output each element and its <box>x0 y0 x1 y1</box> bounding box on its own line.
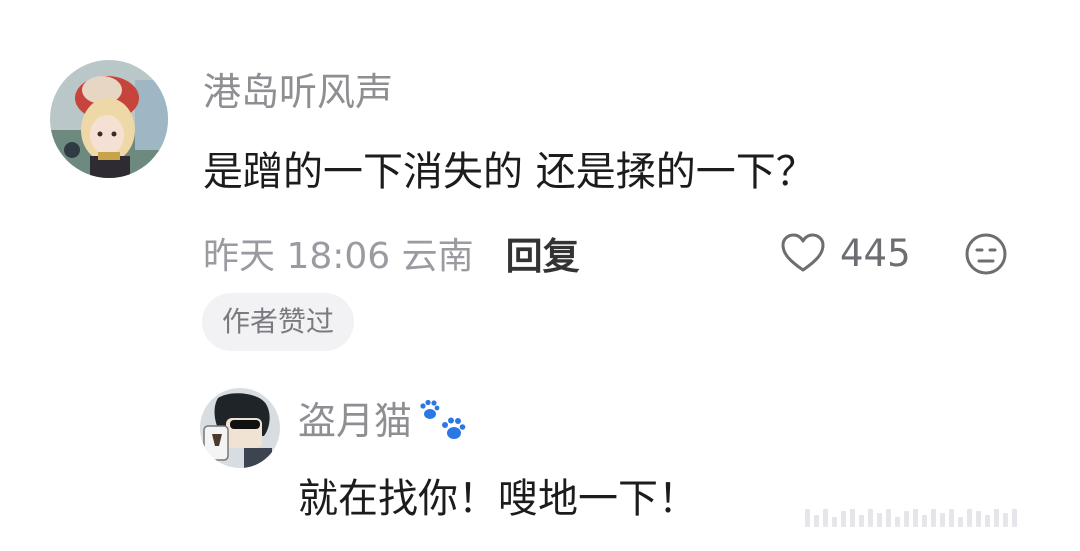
comment-text: 是蹭的一下消失的 还是揉的一下？ <box>203 149 816 195</box>
comment-timestamp: 昨天 18:06 云南 <box>203 236 474 277</box>
meh-face-icon[interactable] <box>964 232 1008 276</box>
comment-section: 港岛听风声 是蹭的一下消失的 还是揉的一下？ 昨天 18:06 云南 回复 44… <box>0 0 1080 551</box>
replier-avatar[interactable] <box>200 388 280 468</box>
avatar-image <box>200 388 280 468</box>
comment-meta: 昨天 18:06 云南 回复 <box>203 228 580 278</box>
like-button[interactable]: 445 <box>780 228 911 278</box>
replier-username-row: 盗月猫 <box>298 398 472 444</box>
author-liked-badge: 作者赞过 <box>202 293 355 351</box>
reply-button[interactable]: 回复 <box>506 226 580 280</box>
like-count: 445 <box>840 231 911 275</box>
replier-username[interactable]: 盗月猫 <box>298 398 412 444</box>
heart-outline-icon <box>781 233 825 272</box>
commenter-username[interactable]: 港岛听风声 <box>203 69 393 115</box>
reply-text: 就在找你！嗖地一下！ <box>298 476 698 522</box>
watermark-decoration <box>805 509 1017 527</box>
paw-prints-icon <box>420 399 466 439</box>
avatar-image <box>50 60 168 178</box>
commenter-avatar[interactable] <box>50 60 168 178</box>
